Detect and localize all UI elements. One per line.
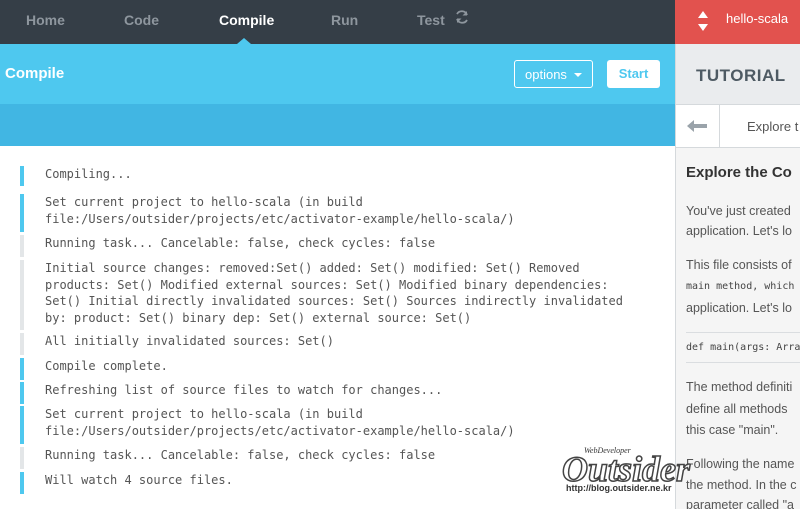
dropdown-caret-icon — [574, 73, 582, 77]
log-entry: Initial source changes: removed:Set() ad… — [20, 260, 660, 330]
tab-run[interactable]: Run — [331, 12, 358, 28]
back-arrow-icon[interactable] — [686, 117, 708, 135]
log-entry: Compile complete. — [20, 358, 660, 380]
tutorial-heading: Explore the Co — [686, 164, 792, 181]
tutorial-text: parameter called "a — [686, 498, 794, 509]
top-nav: Home Code Compile Run Test — [0, 0, 675, 44]
log-entry-text: Refreshing list of source files to watch… — [45, 383, 443, 397]
log-entry-text: Set current project to hello-scala (in b… — [45, 195, 515, 226]
log-entry-text: Set current project to hello-scala (in b… — [45, 407, 515, 438]
log-entry-text: All initially invalidated sources: Set() — [45, 334, 334, 348]
tutorial-nav-divider — [719, 105, 720, 149]
tab-code[interactable]: Code — [124, 12, 159, 28]
compile-subbar — [0, 104, 675, 146]
log-entry-marker — [20, 260, 24, 330]
options-button[interactable]: options — [514, 60, 593, 88]
log-entry: Refreshing list of source files to watch… — [20, 382, 660, 404]
watermark-logo: Outsider WebDeveloper http://blog.outsid… — [561, 446, 702, 496]
log-entry-text: Running task... Cancelable: false, check… — [45, 236, 436, 250]
watermark-url: http://blog.outsider.ne.kr — [566, 483, 672, 493]
compile-header: Compile options Start — [0, 44, 675, 104]
log-entry: Set current project to hello-scala (in b… — [20, 406, 660, 444]
tutorial-text: This file consists of — [686, 258, 792, 272]
log-entry-marker — [20, 194, 24, 232]
log-entry-marker — [20, 235, 24, 257]
tutorial-text: The method definiti — [686, 380, 793, 394]
tutorial-text: the method. In the c — [686, 478, 797, 492]
log-entry-text: Running task... Cancelable: false, check… — [45, 448, 436, 462]
tutorial-title: TUTORIAL — [696, 66, 786, 85]
tutorial-text: application. Let's lo — [686, 224, 792, 238]
tutorial-inline-code: main method, which — [686, 281, 795, 292]
sort-arrows-icon — [698, 11, 708, 31]
tutorial-nav: Explore t — [675, 104, 800, 149]
log-entry-text: Compiling... — [45, 167, 132, 181]
log-entry: Compiling... — [20, 166, 660, 186]
log-entry: Running task... Cancelable: false, check… — [20, 235, 660, 257]
watermark-tag: WebDeveloper — [584, 446, 631, 455]
log-entry: Set current project to hello-scala (in b… — [20, 194, 660, 232]
tutorial-code: def main(args: Arra — [686, 342, 800, 353]
tab-home[interactable]: Home — [26, 12, 65, 28]
log-entry-marker — [20, 358, 24, 380]
options-label: options — [525, 67, 567, 82]
log-entry-marker — [20, 472, 24, 494]
log-entry-marker — [20, 166, 24, 186]
tutorial-divider — [686, 332, 800, 333]
log-entry: All initially invalidated sources: Set() — [20, 333, 660, 355]
log-entry-marker — [20, 406, 24, 444]
tutorial-text: define all methods — [686, 402, 788, 416]
page-title: Compile — [5, 65, 65, 82]
tutorial-text: this case "main". — [686, 423, 779, 437]
project-name: hello-scala — [726, 11, 789, 26]
log-entry-marker — [20, 447, 24, 469]
log-entry-text: Initial source changes: removed:Set() ad… — [45, 261, 623, 325]
tutorial-text: application. Let's lo — [686, 301, 792, 315]
tutorial-header: TUTORIAL — [675, 44, 800, 104]
log-entry-text: Will watch 4 source files. — [45, 473, 233, 487]
tutorial-text: You've just created — [686, 204, 791, 218]
log-entry-text: Compile complete. — [45, 359, 168, 373]
start-button[interactable]: Start — [607, 60, 660, 88]
log-entry-marker — [20, 382, 24, 404]
log-entry-marker — [20, 333, 24, 355]
tutorial-divider — [686, 362, 800, 363]
tab-compile[interactable]: Compile — [219, 12, 274, 28]
refresh-icon[interactable] — [454, 9, 470, 25]
tutorial-page-link[interactable]: Explore t — [747, 119, 798, 134]
tutorial-text: Following the name — [686, 457, 795, 471]
tab-test[interactable]: Test — [417, 12, 445, 28]
project-selector[interactable]: hello-scala — [675, 0, 800, 44]
